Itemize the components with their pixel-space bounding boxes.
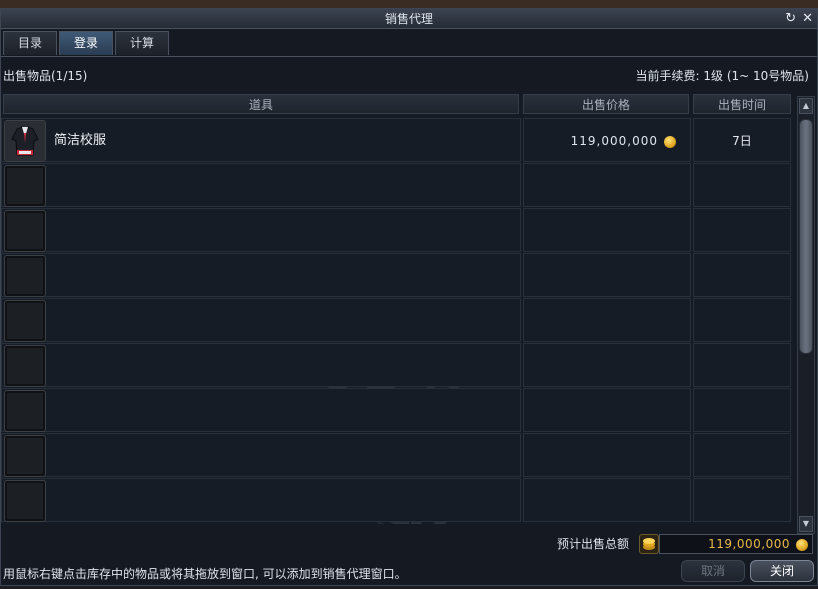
table-row[interactable] — [1, 388, 793, 433]
time-cell — [693, 298, 791, 342]
time-cell: 7日 — [693, 118, 791, 162]
price-cell — [523, 253, 691, 297]
item-cell — [1, 253, 521, 297]
item-slot[interactable] — [4, 345, 46, 387]
cancel-button[interactable]: 取消 — [681, 560, 745, 582]
tab-bar: 目录 登录 计算 — [1, 31, 169, 57]
price-cell — [523, 163, 691, 207]
school-uniform-icon — [5, 121, 45, 161]
column-header-time: 出售时间 — [693, 94, 791, 114]
close-icon[interactable]: ✕ — [802, 9, 813, 29]
sale-items-table: 道具 出售价格 出售时间 G买卖 简洁校服 — [1, 94, 793, 524]
table-row[interactable] — [1, 343, 793, 388]
total-row: 预计出售总额 119,000,000 — [1, 531, 817, 557]
item-slot[interactable] — [4, 390, 46, 432]
item-slot[interactable] — [4, 300, 46, 342]
item-cell — [1, 433, 521, 477]
sale-duration: 7日 — [732, 134, 752, 148]
total-amount: 119,000,000 — [659, 534, 813, 554]
item-cell — [1, 478, 521, 522]
price-cell — [523, 208, 691, 252]
info-row: 出售物品(1/15) 当前手续费: 1级 (1~ 10号物品) — [1, 65, 817, 87]
price-value: 119,000,000 — [571, 119, 676, 163]
scroll-thumb[interactable] — [799, 119, 813, 354]
table-row[interactable] — [1, 208, 793, 253]
item-slot[interactable] — [4, 480, 46, 522]
table-row[interactable] — [1, 298, 793, 343]
item-slot[interactable] — [4, 120, 46, 162]
fee-level: 当前手续费: 1级 (1~ 10号物品) — [635, 69, 809, 83]
time-cell — [693, 163, 791, 207]
item-cell — [1, 208, 521, 252]
column-header-item: 道具 — [3, 94, 519, 114]
time-cell — [693, 478, 791, 522]
gold-stack-icon — [639, 534, 659, 554]
scroll-up-icon[interactable]: ▲ — [799, 98, 813, 114]
time-cell — [693, 388, 791, 432]
time-cell — [693, 343, 791, 387]
item-cell — [1, 388, 521, 432]
price-cell — [523, 343, 691, 387]
price-cell: 119,000,000 — [523, 118, 691, 162]
price-cell — [523, 433, 691, 477]
table-scrollbar[interactable]: ▲ ▼ — [797, 96, 815, 534]
items-count: 出售物品(1/15) — [3, 69, 88, 83]
item-name: 简洁校服 — [54, 133, 107, 148]
item-slot[interactable] — [4, 255, 46, 297]
item-cell: 简洁校服 — [1, 118, 521, 162]
title-bar[interactable]: 销售代理 ↻ ✕ — [1, 9, 817, 29]
column-header-price: 出售价格 — [523, 94, 689, 114]
item-slot[interactable] — [4, 210, 46, 252]
table-row[interactable] — [1, 478, 793, 523]
tab-settlement[interactable]: 计算 — [115, 31, 169, 55]
item-slot[interactable] — [4, 435, 46, 477]
window-title: 销售代理 — [384, 12, 433, 26]
item-cell — [1, 343, 521, 387]
tab-register[interactable]: 登录 — [59, 31, 113, 55]
close-button[interactable]: 关闭 — [750, 560, 814, 582]
item-cell — [1, 163, 521, 207]
time-cell — [693, 433, 791, 477]
item-cell — [1, 298, 521, 342]
price-cell — [523, 298, 691, 342]
total-label: 预计出售总额 — [557, 537, 630, 551]
help-hint: 用鼠标右键点击库存中的物品或将其拖放到窗口, 可以添加到销售代理窗口。 — [3, 567, 407, 581]
restore-icon[interactable]: ↻ — [785, 9, 796, 29]
tab-catalog[interactable]: 目录 — [3, 31, 57, 55]
price-cell — [523, 388, 691, 432]
price-cell — [523, 478, 691, 522]
tab-divider — [1, 56, 817, 57]
time-cell — [693, 208, 791, 252]
scroll-down-icon[interactable]: ▼ — [799, 516, 813, 532]
gold-coin-icon — [664, 135, 676, 148]
window-controls: ↻ ✕ — [785, 9, 813, 29]
table-row[interactable]: 简洁校服 119,000,000 7日 — [1, 118, 793, 163]
time-cell — [693, 253, 791, 297]
table-row[interactable] — [1, 163, 793, 208]
table-row[interactable] — [1, 253, 793, 298]
item-slot[interactable] — [4, 165, 46, 207]
table-row[interactable] — [1, 433, 793, 478]
gold-coin-icon — [796, 538, 808, 551]
sales-agent-window: 销售代理 ↻ ✕ 目录 登录 计算 出售物品(1/15) 当前手续费: 1级 (… — [0, 8, 818, 586]
